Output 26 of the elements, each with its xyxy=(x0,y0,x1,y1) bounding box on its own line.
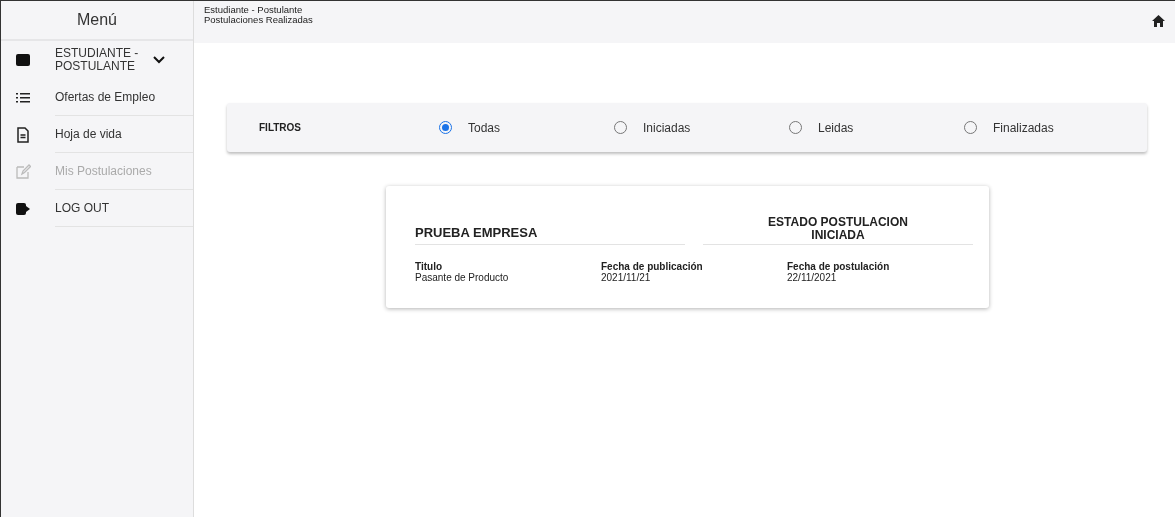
sidebar-item[interactable]: Hoja de vida xyxy=(55,116,193,154)
field-label: Fecha de postulación xyxy=(787,261,891,273)
breadcrumb-text: Estudiante - Postulante xyxy=(204,5,304,16)
field-value: 2021/11/21 xyxy=(601,272,651,284)
status-text: ESTADO POSTULACION INICIADA xyxy=(703,216,973,246)
document-icon xyxy=(15,126,31,143)
field-label: Fecha de publicación xyxy=(601,261,704,273)
edit-icon xyxy=(15,163,31,180)
filter-option[interactable]: Todas xyxy=(439,118,614,137)
menu-title: Menú xyxy=(1,1,193,41)
sidebar-item[interactable]: Ofertas de Empleo xyxy=(55,79,193,117)
filter-option[interactable]: Finalizadas xyxy=(964,118,1139,137)
logout-icon xyxy=(15,200,31,217)
filter-option[interactable]: Leidas xyxy=(789,118,964,137)
home-icon[interactable] xyxy=(1152,15,1165,27)
sidebar-item[interactable]: LOG OUT xyxy=(55,190,193,228)
field-value: Pasante de Producto xyxy=(415,272,510,284)
window-icon xyxy=(15,52,31,69)
breadcrumb-text: Postulaciones Realizadas xyxy=(204,15,313,26)
company-name: PRUEBA EMPRESA xyxy=(415,222,685,246)
filter-option[interactable]: Iniciadas xyxy=(614,118,789,137)
chevron-icon xyxy=(153,56,165,65)
sidebar-item[interactable]: ESTUDIANTE - POSTULANTE xyxy=(55,41,193,80)
field-label: Titulo xyxy=(415,261,444,273)
filter-label: FILTROS xyxy=(258,121,303,135)
field-value: 22/11/2021 xyxy=(787,272,837,284)
